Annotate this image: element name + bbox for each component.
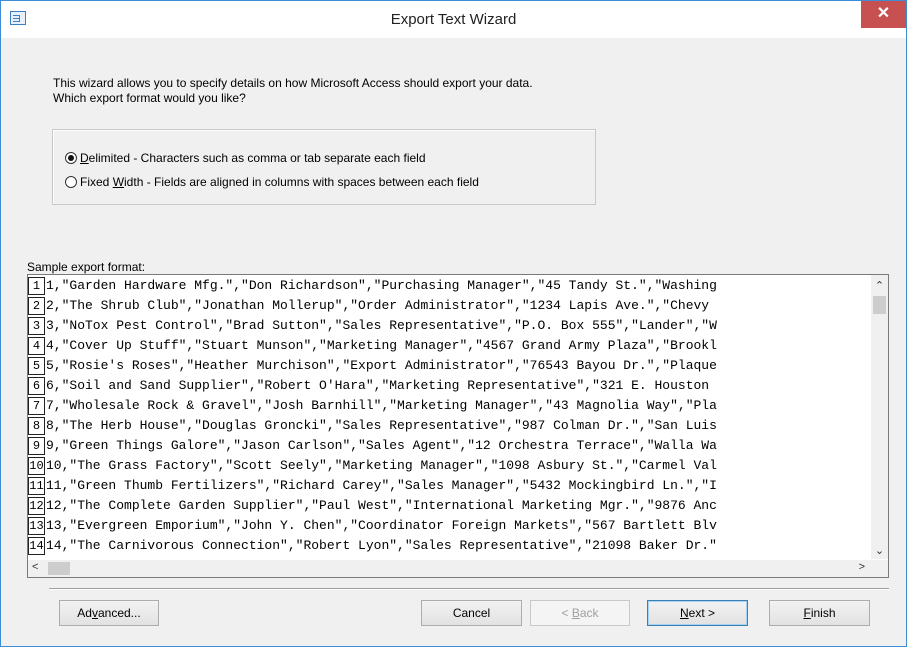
row-text: 5,"Rosie's Roses","Heather Murchison","E… bbox=[46, 358, 717, 373]
row-number: 10 bbox=[28, 457, 45, 475]
intro-line-1: This wizard allows you to specify detail… bbox=[53, 76, 533, 90]
horizontal-scroll-thumb[interactable] bbox=[48, 562, 70, 575]
preview-row: 10 10,"The Grass Factory","Scott Seely","… bbox=[28, 456, 871, 476]
scroll-up-icon[interactable]: ⌃ bbox=[871, 279, 888, 292]
preview-row: 1 1,"Garden Hardware Mfg.","Don Richardso… bbox=[28, 276, 871, 296]
row-text: 11,"Green Thumb Fertilizers","Richard Ca… bbox=[46, 478, 717, 493]
delimited-option[interactable]: Delimited - Characters such as comma or … bbox=[65, 151, 426, 165]
preview-row: 5 5,"Rosie's Roses","Heather Murchison","… bbox=[28, 356, 871, 376]
row-number: 1 bbox=[28, 277, 45, 295]
title-bar: Export Text Wizard ✕ bbox=[1, 1, 906, 38]
preview-row: 3 3,"NoTox Pest Control","Brad Sutton","S… bbox=[28, 316, 871, 336]
fixed-width-label[interactable]: Fixed Width - Fields are aligned in colu… bbox=[80, 175, 479, 189]
scroll-down-icon[interactable]: ⌄ bbox=[871, 544, 888, 557]
finish-button[interactable]: Finish bbox=[769, 600, 870, 626]
preview-row: 13 13,"Evergreen Emporium","John Y. Chen"… bbox=[28, 516, 871, 536]
delimited-label[interactable]: Delimited - Characters such as comma or … bbox=[80, 151, 426, 165]
button-separator bbox=[49, 588, 889, 589]
export-text-wizard-window: Export Text Wizard ✕ This wizard allows … bbox=[0, 0, 907, 647]
preview-row: 14 14,"The Carnivorous Connection","Rober… bbox=[28, 536, 871, 556]
export-format-group: Delimited - Characters such as comma or … bbox=[52, 129, 596, 205]
row-text: 4,"Cover Up Stuff","Stuart Munson","Mark… bbox=[46, 338, 717, 353]
intro-line-2: Which export format would you like? bbox=[53, 91, 246, 105]
vertical-scroll-thumb[interactable] bbox=[873, 296, 886, 314]
fixed-width-radio[interactable] bbox=[65, 176, 77, 188]
row-number: 14 bbox=[28, 537, 45, 555]
preview-row: 4 4,"Cover Up Stuff","Stuart Munson","Mar… bbox=[28, 336, 871, 356]
row-text: 10,"The Grass Factory","Scott Seely","Ma… bbox=[46, 458, 717, 473]
scroll-left-icon[interactable]: < bbox=[32, 561, 38, 573]
sample-export-preview[interactable]: 1 1,"Garden Hardware Mfg.","Don Richardso… bbox=[27, 274, 889, 578]
row-number: 7 bbox=[28, 397, 45, 415]
row-text: 3,"NoTox Pest Control","Brad Sutton","Sa… bbox=[46, 318, 717, 333]
preview-row: 12 12,"The Complete Garden Supplier","Pau… bbox=[28, 496, 871, 516]
back-button: < Back bbox=[530, 600, 630, 626]
row-number: 9 bbox=[28, 437, 45, 455]
close-button[interactable]: ✕ bbox=[861, 1, 906, 28]
delimited-radio[interactable] bbox=[65, 152, 77, 164]
scrollbar-corner bbox=[871, 560, 888, 577]
row-text: 14,"The Carnivorous Connection","Robert … bbox=[46, 538, 717, 553]
row-text: 8,"The Herb House","Douglas Groncki","Sa… bbox=[46, 418, 717, 433]
preview-row: 8 8,"The Herb House","Douglas Groncki","S… bbox=[28, 416, 871, 436]
row-number: 13 bbox=[28, 517, 45, 535]
row-number: 6 bbox=[28, 377, 45, 395]
row-number: 5 bbox=[28, 357, 45, 375]
preview-row: 7 7,"Wholesale Rock & Gravel","Josh Barnh… bbox=[28, 396, 871, 416]
advanced-button[interactable]: Advanced... bbox=[59, 600, 159, 626]
preview-row: 9 9,"Green Things Galore","Jason Carlson"… bbox=[28, 436, 871, 456]
preview-row: 6 6,"Soil and Sand Supplier","Robert O'Ha… bbox=[28, 376, 871, 396]
preview-row: 2 2,"The Shrub Club","Jonathan Mollerup",… bbox=[28, 296, 871, 316]
row-text: 9,"Green Things Galore","Jason Carlson",… bbox=[46, 438, 717, 453]
scroll-right-icon[interactable]: > bbox=[859, 561, 865, 573]
intro-text: This wizard allows you to specify detail… bbox=[53, 76, 533, 106]
row-text: 7,"Wholesale Rock & Gravel","Josh Barnhi… bbox=[46, 398, 717, 413]
row-number: 8 bbox=[28, 417, 45, 435]
row-number: 2 bbox=[28, 297, 45, 315]
sample-export-label: Sample export format: bbox=[27, 260, 146, 274]
fixed-width-option[interactable]: Fixed Width - Fields are aligned in colu… bbox=[65, 175, 479, 189]
preview-row: 11 11,"Green Thumb Fertilizers","Richard … bbox=[28, 476, 871, 496]
row-number: 3 bbox=[28, 317, 45, 335]
row-text: 2,"The Shrub Club","Jonathan Mollerup","… bbox=[46, 298, 710, 313]
horizontal-scrollbar[interactable]: < > bbox=[28, 560, 871, 577]
cancel-button[interactable]: Cancel bbox=[421, 600, 522, 626]
wizard-body: This wizard allows you to specify detail… bbox=[9, 38, 898, 638]
row-number: 12 bbox=[28, 497, 45, 515]
row-text: 1,"Garden Hardware Mfg.","Don Richardson… bbox=[46, 278, 717, 293]
row-text: 6,"Soil and Sand Supplier","Robert O'Har… bbox=[46, 378, 710, 393]
row-number: 11 bbox=[28, 477, 45, 495]
vertical-scrollbar[interactable]: ⌃ ⌄ bbox=[871, 275, 888, 559]
window-title: Export Text Wizard bbox=[390, 11, 517, 28]
row-text: 13,"Evergreen Emporium","John Y. Chen","… bbox=[46, 518, 717, 533]
next-button[interactable]: Next > bbox=[647, 600, 748, 626]
row-number: 4 bbox=[28, 337, 45, 355]
preview-lines: 1 1,"Garden Hardware Mfg.","Don Richardso… bbox=[28, 276, 871, 559]
row-text: 12,"The Complete Garden Supplier","Paul … bbox=[46, 498, 717, 513]
